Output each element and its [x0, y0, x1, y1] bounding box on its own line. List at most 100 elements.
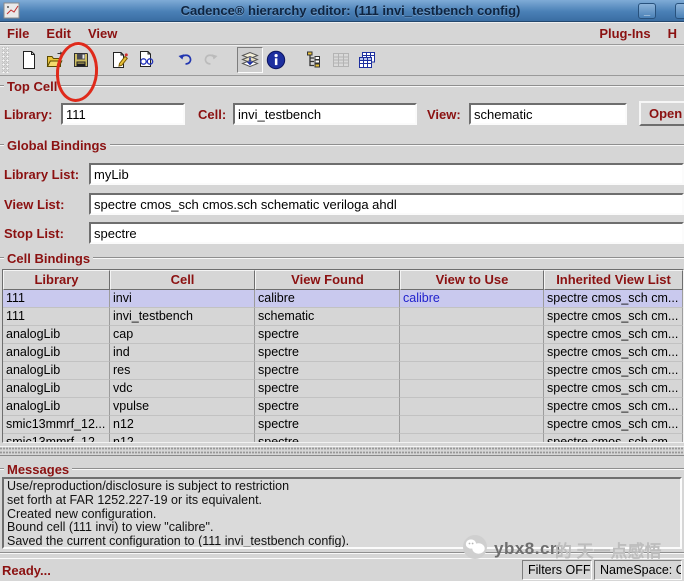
bottom-divider — [0, 552, 684, 554]
cell-library[interactable]: smic13mmrf_12... — [3, 416, 110, 434]
undo-button[interactable] — [172, 47, 198, 73]
message-line: Bound cell (111 invi) to view "calibre". — [7, 521, 677, 535]
cell-inherited-view-list[interactable]: spectre cmos_sch cm... — [544, 290, 683, 308]
cell-view-found[interactable]: spectre — [255, 362, 400, 380]
cell-library[interactable]: analogLib — [3, 362, 110, 380]
open-file-icon — [45, 50, 65, 70]
filters-status[interactable]: Filters OFF — [522, 560, 592, 580]
cell-view-found[interactable]: schematic — [255, 308, 400, 326]
messages-log[interactable]: Use/reproduction/disclosure is subject t… — [2, 477, 682, 549]
cell-inherited-view-list[interactable]: spectre cmos_sch cm... — [544, 344, 683, 362]
view-cellview-button[interactable] — [133, 47, 159, 73]
window-title: Cadence® hierarchy editor: (111 invi_tes… — [20, 3, 681, 18]
status-ready-text: Ready... — [2, 563, 51, 578]
title-bar[interactable]: Cadence® hierarchy editor: (111 invi_tes… — [0, 0, 684, 22]
library-list-label: Library List: — [4, 167, 79, 182]
view-input[interactable] — [469, 103, 627, 125]
redo-button[interactable] — [198, 47, 224, 73]
cell-view-to-use[interactable] — [400, 398, 544, 416]
column-header[interactable]: View to Use — [400, 270, 544, 290]
update-hierarchy-button[interactable] — [237, 47, 263, 73]
cell-view-to-use[interactable] — [400, 326, 544, 344]
save-button[interactable] — [68, 47, 94, 73]
cell-view-to-use[interactable] — [400, 308, 544, 326]
cell-library[interactable]: 111 — [3, 290, 110, 308]
cell-cell[interactable]: vdc — [110, 380, 255, 398]
cell-library[interactable]: 111 — [3, 308, 110, 326]
cadence-hierarchy-editor-window: Cadence® hierarchy editor: (111 invi_tes… — [0, 0, 684, 581]
table-view-button[interactable] — [328, 47, 354, 73]
cell-inherited-view-list[interactable]: spectre cmos_sch cm... — [544, 398, 683, 416]
cell-view-to-use[interactable] — [400, 434, 544, 443]
view-list-label: View List: — [4, 197, 64, 212]
cell-view-to-use[interactable] — [400, 380, 544, 398]
cell-library[interactable]: smic13mmrf_12... — [3, 434, 110, 443]
new-file-button[interactable] — [16, 47, 42, 73]
cell-cell[interactable]: invi_testbench — [110, 308, 255, 326]
info-button[interactable] — [263, 47, 289, 73]
cell-inherited-view-list[interactable]: spectre cmos_sch cm... — [544, 380, 683, 398]
menu-item[interactable]: Edit — [46, 26, 71, 41]
maximize-button[interactable] — [675, 3, 684, 19]
tree-view-button[interactable] — [302, 47, 328, 73]
cell-bindings-table[interactable]: Library Cell View Found View to Use Inhe… — [2, 269, 684, 443]
cell-input[interactable] — [233, 103, 417, 125]
open-file-button[interactable] — [42, 47, 68, 73]
cell-view-found[interactable]: spectre — [255, 344, 400, 362]
cell-cell[interactable]: res — [110, 362, 255, 380]
cell-library[interactable]: analogLib — [3, 344, 110, 362]
splitter-sash[interactable] — [0, 446, 684, 456]
cell-view-found[interactable]: spectre — [255, 434, 400, 443]
cell-cell[interactable]: vpulse — [110, 398, 255, 416]
cell-view-found[interactable]: spectre — [255, 380, 400, 398]
stop-list-input[interactable] — [89, 222, 684, 244]
cell-view-found[interactable]: calibre — [255, 290, 400, 308]
cell-cell[interactable]: ind — [110, 344, 255, 362]
cellview-table-button[interactable] — [354, 47, 380, 73]
cell-label: Cell: — [198, 107, 226, 122]
toolbar-grip[interactable] — [2, 47, 9, 73]
menu-item[interactable]: File — [7, 26, 29, 41]
library-input[interactable] — [61, 103, 185, 125]
column-header[interactable]: Cell — [110, 270, 255, 290]
cell-view-found[interactable]: spectre — [255, 326, 400, 344]
cell-cell[interactable]: cap — [110, 326, 255, 344]
cell-cell[interactable]: n12 — [110, 434, 255, 443]
cell-view-to-use[interactable] — [400, 416, 544, 434]
cell-cell[interactable]: n12 — [110, 416, 255, 434]
save-icon — [71, 50, 91, 70]
info-icon — [266, 50, 286, 70]
menu-item[interactable]: View — [88, 26, 117, 41]
menu-item-right[interactable]: H — [668, 26, 677, 41]
cell-view-to-use[interactable]: calibre — [400, 290, 544, 308]
view-list-input[interactable] — [89, 193, 684, 215]
open-button[interactable]: Open — [639, 101, 684, 126]
edit-cellview-button[interactable] — [107, 47, 133, 73]
edit-cellview-icon — [110, 50, 130, 70]
cell-library[interactable]: analogLib — [3, 398, 110, 416]
cell-view-to-use[interactable] — [400, 344, 544, 362]
cell-view-found[interactable]: spectre — [255, 398, 400, 416]
cell-library[interactable]: analogLib — [3, 326, 110, 344]
namespace-status[interactable]: NameSpace: C — [594, 560, 682, 580]
cell-library[interactable]: analogLib — [3, 380, 110, 398]
app-icon — [3, 2, 20, 19]
menu-item-right[interactable]: Plug-Ins — [599, 26, 650, 41]
column-header[interactable]: Inherited View List — [544, 270, 683, 290]
cell-inherited-view-list[interactable]: spectre cmos_sch cm... — [544, 362, 683, 380]
undo-icon — [175, 50, 195, 70]
cell-bindings-section-header: Cell Bindings — [0, 251, 684, 265]
cell-inherited-view-list[interactable]: spectre cmos_sch cm... — [544, 434, 683, 443]
cell-view-found[interactable]: spectre — [255, 416, 400, 434]
cell-inherited-view-list[interactable]: spectre cmos_sch cm... — [544, 416, 683, 434]
cell-view-to-use[interactable] — [400, 362, 544, 380]
cell-inherited-view-list[interactable]: spectre cmos_sch cm... — [544, 326, 683, 344]
column-header[interactable]: View Found — [255, 270, 400, 290]
cell-inherited-view-list[interactable]: spectre cmos_sch cm... — [544, 308, 683, 326]
minimize-button[interactable]: _ — [638, 3, 656, 19]
column-header[interactable]: Library — [3, 270, 110, 290]
cell-bindings-label: Cell Bindings — [4, 251, 93, 266]
messages-section-header: Messages — [0, 462, 684, 476]
cell-cell[interactable]: invi — [110, 290, 255, 308]
library-list-input[interactable] — [89, 163, 684, 185]
